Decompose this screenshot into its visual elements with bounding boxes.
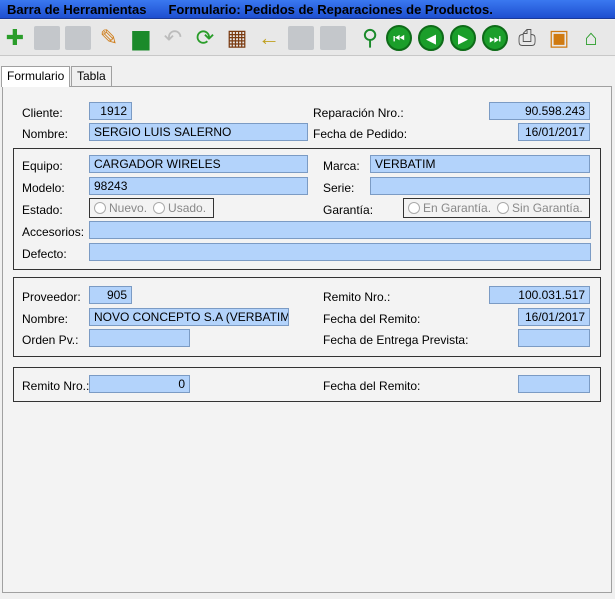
edit-icon: ✎ — [99, 25, 119, 50]
prev-icon: ◀ — [418, 25, 444, 51]
gift-icon: ▣ — [548, 25, 570, 50]
garantia-sin-radio[interactable]: Sin Garantía. — [497, 201, 583, 215]
form-panel: Cliente: 1912 Reparación Nro.: 90.598.24… — [2, 86, 612, 593]
radio-circle-icon — [408, 202, 420, 214]
estado-usado-radio[interactable]: Usado. — [153, 201, 206, 215]
disabled-button-2[interactable] — [318, 22, 348, 54]
fecha-remito-label: Fecha del Remito: — [323, 312, 421, 326]
serie-field[interactable] — [370, 177, 590, 195]
reparacion-field[interactable]: 90.598.243 — [489, 102, 590, 120]
disabled-icon — [288, 26, 314, 50]
gift-button[interactable]: ▣ — [544, 22, 574, 54]
home-button[interactable]: ⌂ — [576, 22, 606, 54]
cliente-label: Cliente: — [22, 106, 63, 120]
print-button[interactable]: ⎙ — [512, 22, 542, 54]
film-button[interactable]: ▦ — [222, 22, 252, 54]
equipo-field[interactable]: CARGADOR WIRELES — [89, 155, 308, 173]
film-icon: ▦ — [226, 25, 248, 50]
fecha-remito2-label: Fecha del Remito: — [323, 379, 421, 393]
proveedor-field[interactable]: 905 — [89, 286, 132, 304]
edit-button[interactable]: ✎ — [94, 22, 124, 54]
title-left: Barra de Herramientas — [7, 1, 147, 17]
save-icon — [34, 26, 60, 50]
garantia-radio-group: En Garantía. Sin Garantía. — [403, 198, 590, 218]
title-right: Formulario: Pedidos de Reparaciones de P… — [168, 1, 493, 17]
defecto-field[interactable] — [89, 243, 591, 261]
fecha-pedido-field[interactable]: 16/01/2017 — [518, 123, 590, 141]
undo-icon: ↶ — [163, 25, 183, 50]
remito-field[interactable]: 100.031.517 — [489, 286, 590, 304]
modelo-label: Modelo: — [22, 181, 65, 195]
modelo-field[interactable]: 98243 — [89, 177, 308, 195]
search-icon: ⚲ — [361, 25, 379, 50]
garantia-en-radio[interactable]: En Garantía. — [408, 201, 491, 215]
next-record-button[interactable]: ▶ — [448, 22, 478, 54]
refresh-button[interactable]: ⟳ — [190, 22, 220, 54]
search-button[interactable]: ⚲ — [355, 22, 385, 54]
first-record-button[interactable]: ⏮ — [384, 22, 414, 54]
save-button[interactable] — [32, 22, 62, 54]
entrega-field[interactable] — [518, 329, 590, 347]
last-icon: ⏭ — [482, 25, 508, 51]
add-button[interactable]: ✚ — [0, 22, 30, 54]
tab-formulario[interactable]: Formulario — [1, 66, 71, 87]
radio-circle-icon — [153, 202, 166, 214]
estado-label: Estado: — [22, 203, 63, 217]
fecha-remito2-field[interactable] — [518, 375, 590, 393]
delete-button[interactable]: ▆ — [126, 22, 156, 54]
defecto-label: Defecto: — [22, 247, 67, 261]
fecha-remito-field[interactable]: 16/01/2017 — [518, 308, 590, 326]
nombre-label: Nombre: — [22, 127, 69, 141]
estado-usado-label: Usado. — [168, 201, 207, 215]
garantia-sin-label: Sin Garantía. — [512, 201, 583, 215]
arrow-left-icon: ← — [258, 25, 280, 50]
garantia-label: Garantía: — [323, 203, 374, 217]
window-title-bar: Barra de Herramientas Formulario: Pedido… — [0, 0, 615, 19]
home-icon: ⌂ — [584, 25, 598, 50]
save-as-button[interactable] — [63, 22, 93, 54]
orden-label: Orden Pv.: — [22, 333, 79, 347]
garantia-en-label: En Garantía. — [423, 201, 492, 215]
prev-record-button[interactable]: ◀ — [416, 22, 446, 54]
estado-radio-group: Nuevo. Usado. — [89, 198, 214, 218]
proveedor-label: Proveedor: — [22, 290, 81, 304]
reparacion-label: Reparación Nro.: — [313, 106, 404, 120]
printer-icon: ⎙ — [518, 25, 536, 50]
back-button[interactable]: ← — [254, 22, 284, 54]
serie-label: Serie: — [323, 181, 355, 195]
estado-nuevo-radio[interactable]: Nuevo. — [94, 201, 147, 215]
equipo-label: Equipo: — [22, 159, 63, 173]
remito2-field[interactable]: 0 — [89, 375, 190, 393]
toolbar: ✚ ✎ ▆ ↶ ⟳ ▦ ← ⚲ ⏮ ◀ ▶ ⏭ ⎙ ▣ ⌂ — [0, 20, 615, 56]
proveedor-nombre-field[interactable]: NOVO CONCEPTO S.A (VERBATIM) — [89, 308, 289, 326]
tab-tabla[interactable]: Tabla — [71, 66, 112, 86]
entrega-label: Fecha de Entrega Prevista: — [323, 333, 469, 347]
proveedor-nombre-label: Nombre: — [22, 312, 69, 326]
remito2-label: Remito Nro.: — [22, 379, 90, 393]
accesorios-field[interactable] — [89, 221, 591, 239]
refresh-icon: ⟳ — [195, 25, 215, 50]
orden-field[interactable] — [89, 329, 190, 347]
add-icon: ✚ — [5, 25, 25, 50]
undo-button[interactable]: ↶ — [158, 22, 188, 54]
cliente-field[interactable]: 1912 — [89, 102, 132, 120]
disabled-button-1[interactable] — [286, 22, 316, 54]
marca-field[interactable]: VERBATIM — [370, 155, 590, 173]
nombre-field[interactable]: SERGIO LUIS SALERNO — [89, 123, 308, 141]
accesorios-label: Accesorios: — [22, 225, 85, 239]
disabled-icon — [320, 26, 346, 50]
fecha-pedido-label: Fecha de Pedido: — [313, 127, 408, 141]
first-icon: ⏮ — [386, 25, 412, 51]
remito-label: Remito Nro.: — [323, 290, 391, 304]
radio-circle-icon — [497, 202, 510, 214]
marca-label: Marca: — [323, 159, 360, 173]
estado-nuevo-label: Nuevo. — [109, 201, 148, 215]
last-record-button[interactable]: ⏭ — [480, 22, 510, 54]
next-icon: ▶ — [450, 25, 476, 51]
radio-circle-icon — [94, 202, 106, 214]
save-disabled-icon — [65, 26, 91, 50]
delete-icon: ▆ — [132, 25, 150, 50]
